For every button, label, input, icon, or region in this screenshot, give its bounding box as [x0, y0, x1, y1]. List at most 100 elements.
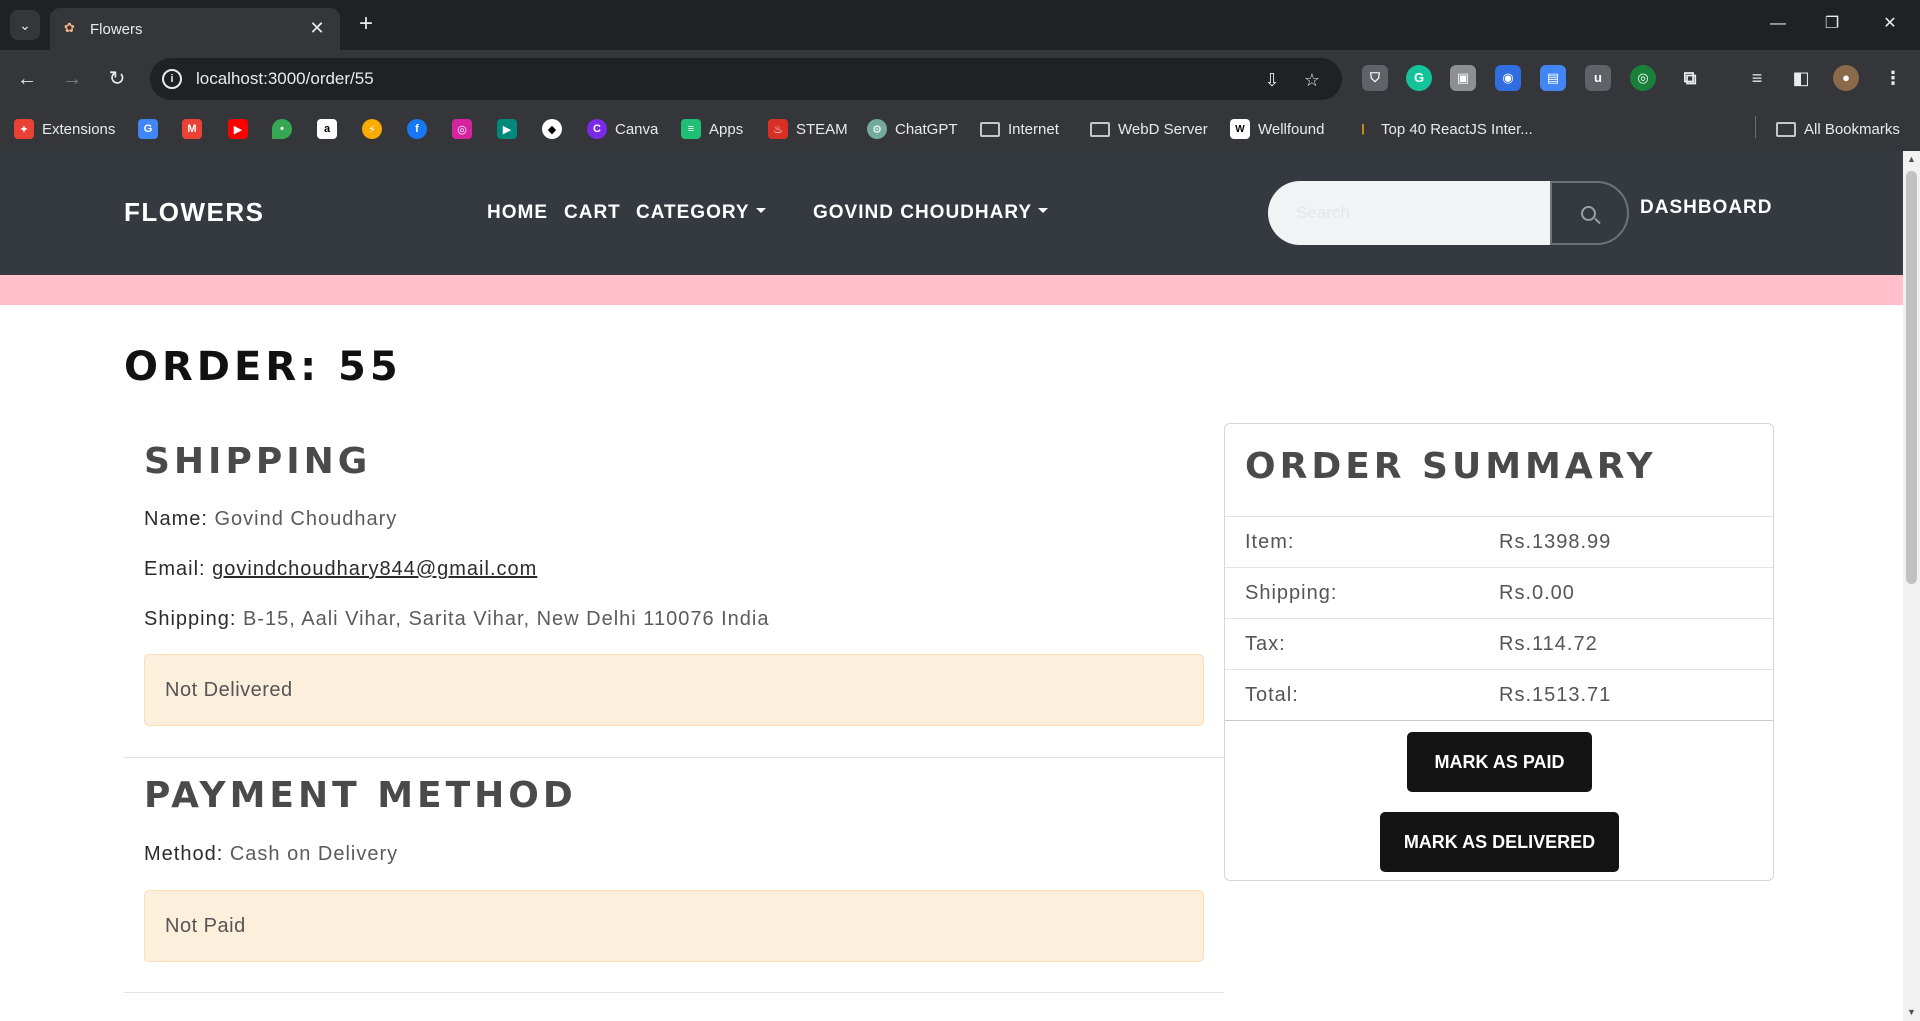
summary-value: Rs.1513.71: [1499, 684, 1612, 706]
bookmark-react-interview[interactable]: | Top 40 ReactJS Inter...: [1353, 116, 1532, 142]
bookmark-instagram[interactable]: ◎: [452, 116, 472, 142]
delivery-status-alert: Not Delivered: [144, 654, 1204, 726]
chatgpt-icon: ⚙: [867, 119, 887, 139]
site-navbar: FLOWERS HOME CART CATEGORY GOVIND CHOUDH…: [0, 151, 1903, 275]
bookmark-all-bookmarks[interactable]: All Bookmarks: [1776, 116, 1900, 142]
summary-row-total: Total: Rs.1513.71: [1225, 669, 1773, 720]
bookmark-canva[interactable]: C Canva: [587, 116, 658, 142]
bookmark-lightning[interactable]: ⚡: [362, 116, 382, 142]
close-tab-icon[interactable]: ✕: [306, 17, 328, 39]
bookmark-star-icon[interactable]: ☆: [1300, 68, 1324, 92]
nav-cart[interactable]: CART: [564, 202, 621, 224]
reload-button[interactable]: ↻: [102, 64, 132, 94]
extension-icon[interactable]: ◉: [1495, 65, 1521, 91]
folder-icon: [1090, 121, 1110, 137]
browser-toolbar: ← → ↻ i localhost:3000/order/55 ⇩ ☆ ⛉ G …: [0, 50, 1920, 108]
nav-user-label: GOVIND CHOUDHARY: [813, 202, 1033, 223]
media-queue-icon[interactable]: ≡: [1744, 65, 1770, 91]
email-link[interactable]: govindchoudhary844@gmail.com: [212, 558, 537, 580]
bookmark-github[interactable]: ◆: [542, 116, 562, 142]
nav-dashboard[interactable]: DASHBOARD: [1640, 197, 1773, 219]
nav-category-label: CATEGORY: [636, 202, 750, 223]
search-icon: [1581, 206, 1596, 221]
canva-icon: C: [587, 119, 607, 139]
section-divider: [124, 992, 1224, 993]
bookmark-translate[interactable]: G: [138, 116, 158, 142]
gmail-icon: M: [182, 119, 202, 139]
steam-icon: ♨: [768, 119, 788, 139]
lightning-icon: ⚡: [362, 119, 382, 139]
avatar[interactable]: ●: [1833, 65, 1859, 91]
bookmark-steam[interactable]: ♨ STEAM: [768, 116, 848, 142]
method-value: Cash on Delivery: [229, 843, 399, 865]
page-scrollbar[interactable]: ▲ ▼: [1903, 151, 1920, 1021]
web-page: FLOWERS HOME CART CATEGORY GOVIND CHOUDH…: [0, 151, 1903, 1021]
address-label: Shipping:: [144, 608, 237, 630]
shipping-name: Name: Govind Choudhary: [144, 508, 397, 531]
brand-logo[interactable]: FLOWERS: [124, 197, 265, 228]
tab-search-button[interactable]: ⌄: [10, 10, 40, 40]
scroll-down-arrow-icon[interactable]: ▼: [1903, 1004, 1920, 1021]
method-label: Method:: [144, 843, 224, 865]
extension-icon[interactable]: ▣: [1450, 65, 1476, 91]
nav-home[interactable]: HOME: [487, 202, 548, 224]
flower-favicon-icon: ✿: [64, 20, 75, 35]
bookmark-meet[interactable]: ▶: [497, 116, 517, 142]
restore-button[interactable]: ❐: [1812, 8, 1852, 40]
bookmark-amazon[interactable]: a: [317, 116, 337, 142]
bookmark-apps[interactable]: ≡ Apps: [681, 116, 743, 142]
extension-icon[interactable]: ▤: [1540, 65, 1566, 91]
bookmark-gmail[interactable]: M: [182, 116, 202, 142]
order-summary-heading: ORDER SUMMARY: [1245, 446, 1657, 487]
browser-tab[interactable]: ✿ Flowers ✕: [50, 8, 340, 50]
folder-icon: [1776, 121, 1796, 137]
caret-down-icon: [1038, 208, 1049, 214]
scroll-thumb[interactable]: [1906, 171, 1917, 584]
new-tab-button[interactable]: +: [352, 10, 380, 38]
summary-label: Tax:: [1245, 633, 1286, 655]
site-info-icon[interactable]: i: [162, 69, 182, 89]
instagram-icon: ◎: [452, 119, 472, 139]
accent-strip: [0, 275, 1903, 305]
search-button[interactable]: [1550, 181, 1629, 245]
back-button[interactable]: ←: [12, 64, 42, 94]
mark-as-delivered-button[interactable]: MARK AS DELIVERED: [1380, 812, 1619, 872]
bookmark-extensions[interactable]: ✦ Extensions: [14, 116, 115, 142]
extension-icon[interactable]: ◎: [1630, 65, 1656, 91]
side-panel-icon[interactable]: ◧: [1788, 65, 1814, 91]
nav-category-dropdown[interactable]: CATEGORY: [636, 202, 766, 224]
puzzle-icon[interactable]: ⧉: [1677, 65, 1703, 91]
minimize-button[interactable]: —: [1758, 8, 1798, 40]
shipping-address: Shipping: B-15, Aali Vihar, Sarita Vihar…: [144, 608, 770, 631]
wellfound-icon: W: [1230, 119, 1250, 139]
address-bar[interactable]: i localhost:3000/order/55 ⇩ ☆: [150, 58, 1342, 100]
ublock-icon[interactable]: u: [1585, 65, 1611, 91]
caret-down-icon: [755, 208, 766, 214]
summary-label: Total:: [1245, 684, 1299, 706]
shipping-heading: SHIPPING: [144, 441, 372, 482]
bookmark-chatgpt[interactable]: ⚙ ChatGPT: [867, 116, 958, 142]
forward-button[interactable]: →: [57, 64, 87, 94]
summary-divider: [1225, 720, 1773, 721]
shield-extension-icon[interactable]: ⛉: [1362, 65, 1388, 91]
nav-user-dropdown[interactable]: GOVIND CHOUDHARY: [813, 202, 1049, 224]
bookmarks-bar: ✦ Extensions G M ▶ • a ⚡ f ◎ ▶ ◆ C Canva ≡…: [0, 108, 1920, 151]
bookmark-youtube[interactable]: ▶: [228, 116, 248, 142]
search-input[interactable]: [1268, 181, 1550, 245]
maps-icon: •: [272, 119, 292, 139]
bookmark-folder-internet[interactable]: Internet: [980, 116, 1059, 142]
install-app-icon[interactable]: ⇩: [1260, 68, 1284, 92]
bookmark-facebook[interactable]: f: [407, 116, 427, 142]
bookmark-maps[interactable]: •: [272, 116, 292, 142]
close-window-button[interactable]: ✕: [1870, 8, 1910, 40]
url-text[interactable]: localhost:3000/order/55: [196, 69, 374, 89]
meet-icon: ▶: [497, 119, 517, 139]
bookmark-wellfound[interactable]: W Wellfound: [1230, 116, 1324, 142]
chevron-down-icon: ⌄: [19, 16, 31, 33]
mark-as-paid-button[interactable]: MARK AS PAID: [1407, 732, 1592, 792]
bookmark-folder-webd-server[interactable]: WebD Server: [1090, 116, 1208, 142]
grammarly-icon[interactable]: G: [1406, 65, 1432, 91]
scroll-up-arrow-icon[interactable]: ▲: [1903, 151, 1920, 168]
extensions-icon: ✦: [14, 119, 34, 139]
menu-icon[interactable]: ⋮: [1880, 65, 1906, 91]
